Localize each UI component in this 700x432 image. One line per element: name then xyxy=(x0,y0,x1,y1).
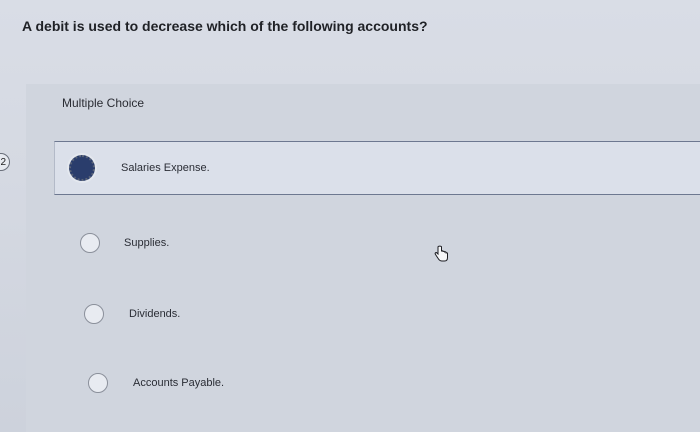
option-label: Supplies. xyxy=(124,237,170,249)
option-label: Accounts Payable. xyxy=(133,377,225,389)
hand-pointer-icon xyxy=(434,245,448,262)
option-accounts-payable[interactable]: Accounts Payable. xyxy=(68,357,388,411)
question-type-label: Multiple Choice xyxy=(62,96,145,110)
radio-empty-icon[interactable] xyxy=(88,373,108,393)
option-salaries-expense[interactable]: Salaries Expense. xyxy=(54,141,700,195)
radio-empty-icon[interactable] xyxy=(84,304,104,324)
question-text: A debit is used to decrease which of the… xyxy=(22,18,428,34)
option-dividends[interactable]: Dividends. xyxy=(64,287,384,341)
option-label: Salaries Expense. xyxy=(121,162,210,174)
radio-selected-icon[interactable] xyxy=(69,155,95,181)
side-question-marker[interactable]: 2 xyxy=(0,153,10,171)
option-supplies[interactable]: Supplies. xyxy=(60,216,380,270)
radio-empty-icon[interactable] xyxy=(80,233,100,253)
option-label: Dividends. xyxy=(129,308,181,320)
